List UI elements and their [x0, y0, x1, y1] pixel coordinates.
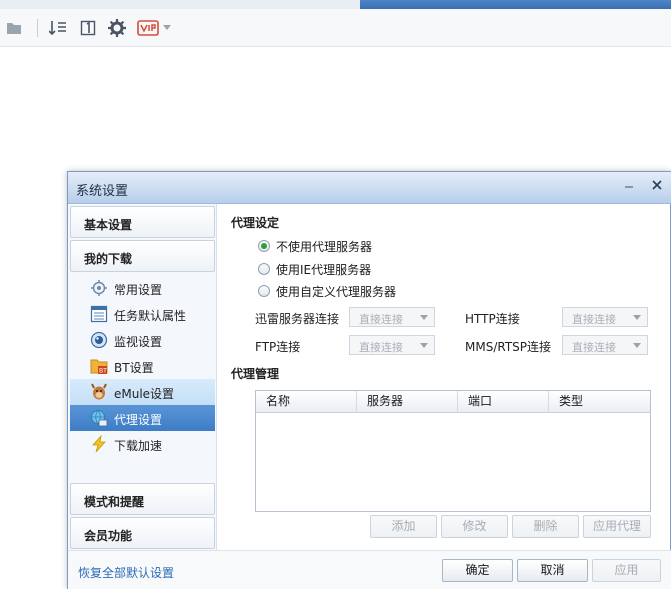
sidebar-item-label: 监视设置: [114, 335, 163, 349]
sidebar-item-emule[interactable]: eMule设置: [70, 379, 215, 405]
vip-icon[interactable]: [136, 18, 160, 38]
sidebar-item-label: 下载加速: [114, 439, 163, 453]
dialog-footer: 恢复全部默认设置 确定 取消 应用: [68, 550, 671, 589]
http-connection-select[interactable]: 直接连接: [562, 307, 648, 327]
lightning-icon: [90, 434, 108, 453]
nav-member-features[interactable]: 会员功能: [70, 517, 215, 549]
sidebar-item-monitor[interactable]: 监视设置: [70, 327, 215, 353]
radio-custom-proxy[interactable]: 使用自定义代理服务器: [258, 282, 396, 300]
folder-icon[interactable]: [4, 18, 24, 38]
toolbar-separator: [37, 19, 38, 37]
sidebar-item-download-boost[interactable]: 下载加速: [70, 431, 215, 457]
mms-connection-select[interactable]: 直接连接: [562, 335, 648, 355]
emule-mule-icon: [90, 383, 108, 401]
restore-defaults-link[interactable]: 恢复全部默认设置: [78, 564, 174, 581]
sidebar-item-label: BT设置: [114, 361, 154, 375]
select-value: 直接连接: [359, 341, 403, 354]
proxy-settings-panel: 代理设定 不使用代理服务器 使用IE代理服务器 使用自定义代理服务器 迅雷服务器…: [217, 204, 671, 550]
cancel-button[interactable]: 取消: [517, 559, 588, 582]
gear-sun-icon: [90, 279, 108, 297]
sort-icon[interactable]: [48, 18, 68, 38]
gear-icon[interactable]: [107, 18, 127, 38]
add-proxy-button[interactable]: 添加: [370, 515, 437, 538]
page-one-icon[interactable]: [78, 18, 98, 38]
proxy-manage-title: 代理管理: [231, 367, 280, 381]
settings-sidebar: 基本设置 我的下载 常用设置 任务默认属性 监视设置 BT BT设置 eMule…: [68, 204, 217, 550]
sidebar-item-label: 代理设置: [114, 413, 163, 427]
svg-text:BT: BT: [99, 368, 107, 375]
radio-label: 不使用代理服务器: [276, 239, 373, 254]
column-header-port[interactable]: 端口: [458, 391, 549, 413]
radio-ie-proxy[interactable]: 使用IE代理服务器: [258, 260, 371, 278]
http-connection-label: HTTP连接: [465, 312, 520, 326]
radio-label: 使用自定义代理服务器: [276, 284, 397, 299]
proxy-setup-title: 代理设定: [231, 216, 280, 230]
proxy-table-header: 名称 服务器 端口 类型: [256, 391, 650, 413]
sidebar-item-task-defaults[interactable]: 任务默认属性: [70, 301, 215, 327]
apply-proxy-button[interactable]: 应用代理: [583, 515, 651, 538]
nav-mode-reminder[interactable]: 模式和提醒: [70, 483, 215, 515]
sidebar-item-bt[interactable]: BT BT设置: [70, 353, 215, 379]
apply-button[interactable]: 应用: [592, 559, 661, 582]
proxy-table[interactable]: 名称 服务器 端口 类型: [255, 390, 651, 512]
sidebar-item-label: 任务默认属性: [114, 309, 187, 323]
dialog-titlebar[interactable]: 系统设置: [68, 172, 671, 204]
edit-proxy-button[interactable]: 修改: [441, 515, 508, 538]
app-top-strip: [0, 0, 671, 9]
sidebar-item-proxy[interactable]: 代理设置: [70, 405, 215, 431]
proxy-globe-icon: [90, 409, 108, 427]
column-header-server[interactable]: 服务器: [357, 391, 458, 413]
dropdown-arrow-icon[interactable]: [160, 18, 174, 38]
column-header-name[interactable]: 名称: [256, 391, 357, 413]
chevron-down-icon: [420, 343, 428, 348]
radio-label: 使用IE代理服务器: [276, 262, 372, 277]
select-value: 直接连接: [572, 341, 616, 354]
delete-proxy-button[interactable]: 删除: [512, 515, 579, 538]
minimize-icon[interactable]: [621, 178, 637, 192]
radio-no-proxy[interactable]: 不使用代理服务器: [258, 237, 372, 255]
radio-button[interactable]: [258, 285, 270, 297]
chevron-down-icon: [420, 315, 428, 320]
sidebar-item-label: eMule设置: [114, 387, 175, 401]
radio-button[interactable]: [258, 263, 270, 275]
xunlei-connection-label: 迅雷服务器连接: [255, 312, 340, 326]
ftp-connection-select[interactable]: 直接连接: [349, 335, 435, 355]
sidebar-item-common-settings[interactable]: 常用设置: [70, 275, 215, 301]
nav-my-downloads[interactable]: 我的下载: [70, 240, 215, 272]
mms-connection-label: MMS/RTSP连接: [465, 340, 552, 354]
dialog-title: 系统设置: [76, 184, 129, 199]
chevron-down-icon: [633, 343, 641, 348]
ok-button[interactable]: 确定: [442, 559, 513, 582]
nav-basic-settings[interactable]: 基本设置: [70, 206, 215, 238]
eye-icon: [90, 331, 108, 349]
radio-button[interactable]: [258, 240, 270, 252]
list-window-icon: [90, 305, 108, 323]
chevron-down-icon: [633, 315, 641, 320]
close-icon[interactable]: [649, 177, 665, 193]
column-header-type[interactable]: 类型: [549, 391, 650, 413]
sidebar-item-label: 常用设置: [114, 283, 163, 297]
bt-folder-icon: BT: [90, 357, 108, 375]
ftp-connection-label: FTP连接: [255, 340, 301, 354]
select-value: 直接连接: [572, 313, 616, 326]
settings-dialog: 系统设置 基本设置 我的下载 常用设置 任务默认属性 监视设置 BT BT设置 …: [67, 171, 671, 589]
select-value: 直接连接: [359, 313, 403, 326]
app-toolbar: [0, 9, 671, 47]
xunlei-connection-select[interactable]: 直接连接: [349, 307, 435, 327]
